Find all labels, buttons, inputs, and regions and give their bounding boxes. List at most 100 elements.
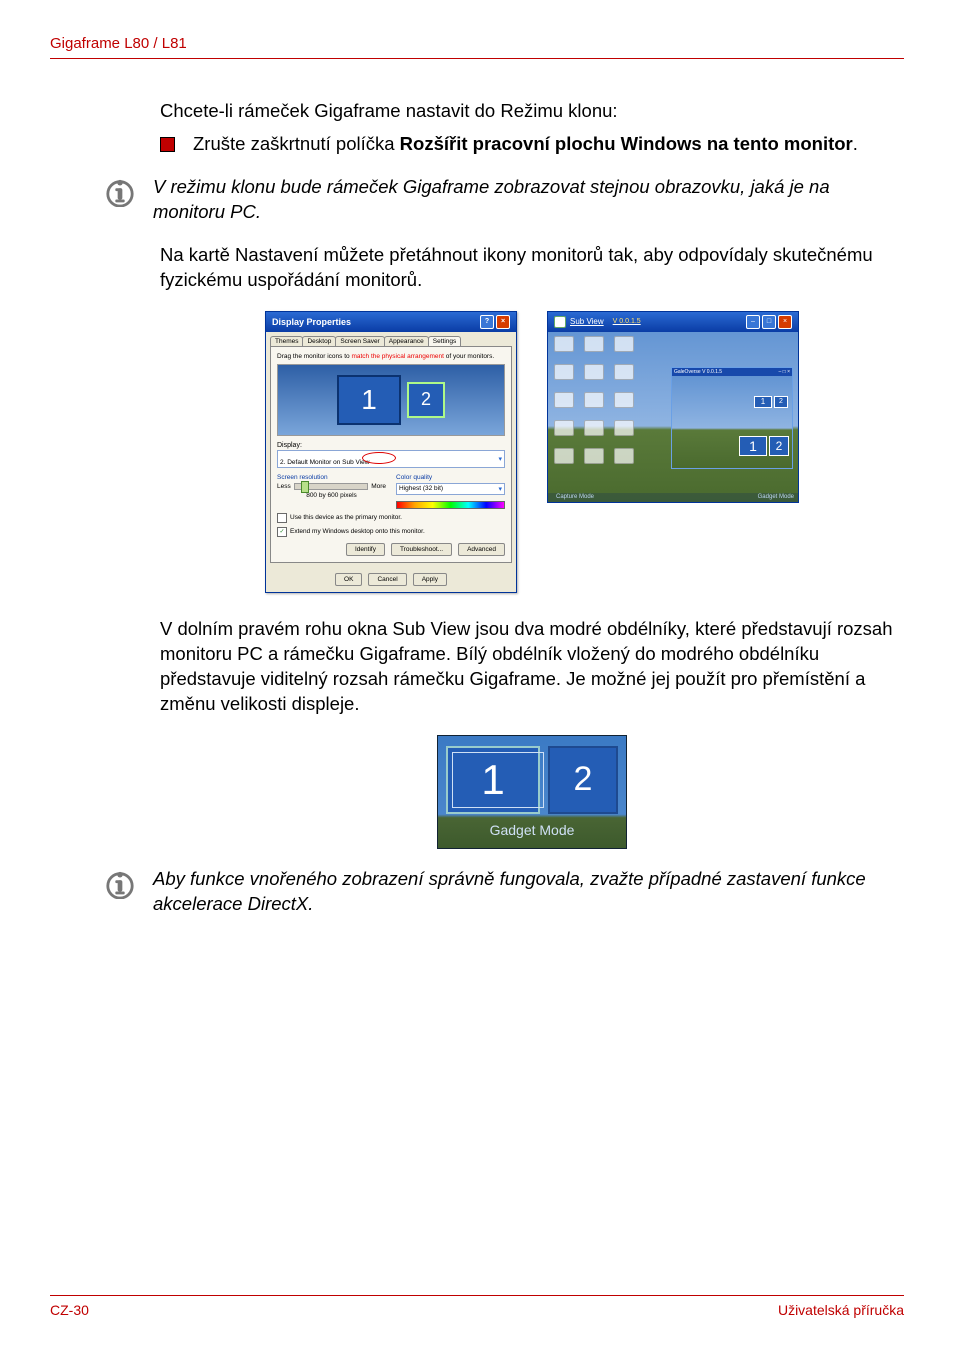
bullet-item: Zrušte zaškrtnutí políčka Rozšířit praco… (160, 132, 904, 157)
inset-title: GaleOverse V 0.0.1.5 (674, 369, 722, 375)
inset-small-2: 2 (774, 396, 788, 408)
sv-version: V 0.0.1.5 (613, 318, 641, 325)
bullet-suffix: . (853, 133, 858, 154)
tab-desktop[interactable]: Desktop (302, 336, 336, 346)
desktop-icon[interactable] (584, 420, 604, 436)
sv-title: Sub View (570, 317, 604, 326)
checkbox-extend[interactable]: ✓ (277, 527, 287, 537)
display-label: Display: (277, 442, 505, 449)
desktop-icon[interactable] (614, 364, 634, 380)
sub-view-window: Sub View V 0.0.1.5 – □ × (547, 311, 799, 503)
note-text-2: Aby funkce vnořeného zobrazení správně f… (153, 867, 904, 917)
gadget-rect-2[interactable]: 2 (548, 746, 618, 814)
tab-screensaver[interactable]: Screen Saver (335, 336, 384, 346)
dp-instr-post: of your monitors. (444, 353, 494, 360)
bullet-bold: Rozšířit pracovní plochu Windows na tent… (400, 133, 853, 154)
desktop-icon[interactable] (614, 336, 634, 352)
advanced-button[interactable]: Advanced (458, 543, 505, 556)
apply-button[interactable]: Apply (413, 573, 447, 586)
display-select-value: 2. Default Monitor on Sub View (280, 452, 386, 466)
desktop-icon[interactable] (614, 392, 634, 408)
slider-more: More (371, 483, 386, 490)
color-quality-select[interactable]: Highest (32 bit) ▾ (396, 483, 505, 495)
inset-small-1: 1 (754, 396, 772, 408)
close-icon[interactable]: × (496, 315, 510, 329)
chevron-down-icon: ▾ (498, 455, 502, 463)
color-quality-label: Color quality (396, 474, 505, 481)
resolution-slider[interactable] (294, 483, 368, 490)
monitor-2[interactable]: 2 (407, 382, 445, 418)
identify-button[interactable]: Identify (346, 543, 385, 556)
range-rect-1[interactable]: 1 (739, 436, 767, 456)
note-block-2: Aby funkce vnořeného zobrazení správně f… (105, 867, 904, 917)
resolution-value: 800 by 600 pixels (277, 492, 386, 499)
mid-text: Na kartě Nastavení můžete přetáhnout iko… (160, 243, 904, 293)
monitor-1[interactable]: 1 (337, 375, 401, 425)
desktop-icon[interactable] (584, 392, 604, 408)
display-select[interactable]: 2. Default Monitor on Sub View ▾ (277, 450, 505, 468)
range-rect-2[interactable]: 2 (769, 436, 789, 456)
tab-appearance[interactable]: Appearance (384, 336, 429, 346)
close-icon[interactable]: × (778, 315, 792, 329)
minimize-icon[interactable]: – (746, 315, 760, 329)
info-icon (105, 869, 135, 899)
note-block-1: V režimu klonu bude rámeček Gigaframe zo… (105, 175, 904, 225)
bullet-square-icon (160, 137, 175, 152)
chevron-down-icon: ▾ (498, 485, 502, 493)
page-number: CZ-30 (50, 1302, 89, 1318)
desktop-icon[interactable] (584, 336, 604, 352)
gadget-caption: Gadget Mode (446, 822, 618, 838)
cancel-button[interactable]: Cancel (368, 573, 406, 586)
dp-monitor-arrangement[interactable]: 1 2 (277, 364, 505, 436)
desktop-icon[interactable] (554, 392, 574, 408)
color-quality-value: Highest (32 bit) (399, 485, 443, 492)
sv-footer: Capture Mode Gadget Mode (548, 493, 798, 502)
gadget-rect-1[interactable]: 1 (446, 746, 540, 814)
display-properties-dialog: Display Properties ? × Themes Desktop Sc… (265, 311, 517, 593)
desktop-icon[interactable] (554, 364, 574, 380)
page-footer: CZ-30 Uživatelská příručka (50, 1295, 904, 1318)
inset-titlebar: GaleOverse V 0.0.1.5 – □ × (672, 368, 792, 376)
desktop-icon[interactable] (554, 336, 574, 352)
tab-settings[interactable]: Settings (428, 336, 462, 346)
visible-range-outline[interactable] (452, 752, 544, 808)
tab-themes[interactable]: Themes (270, 336, 303, 346)
desktop-icon[interactable] (614, 420, 634, 436)
maximize-icon[interactable]: □ (762, 315, 776, 329)
extend-desktop-checkbox-row[interactable]: ✓ Extend my Windows desktop onto this mo… (277, 527, 505, 537)
dp-instr-red: match the physical arrangement (351, 353, 444, 360)
page-header: Gigaframe L80 / L81 (50, 35, 904, 59)
checkbox-extend-label: Extend my Windows desktop onto this moni… (290, 528, 425, 535)
dp-title: Display Properties (272, 317, 351, 327)
dp-titlebar[interactable]: Display Properties ? × (266, 312, 516, 332)
document-title: Uživatelská příručka (778, 1302, 904, 1318)
bullet-text: Zrušte zaškrtnutí políčka Rozšířit praco… (193, 132, 858, 157)
desktop-icon[interactable] (554, 420, 574, 436)
bullet-prefix: Zrušte zaškrtnutí políčka (193, 133, 400, 154)
color-bar (396, 501, 505, 509)
figure-row: Display Properties ? × Themes Desktop Sc… (160, 311, 904, 593)
troubleshoot-button[interactable]: Troubleshoot... (391, 543, 452, 556)
footer-capture-mode: Capture Mode (556, 494, 594, 500)
checkbox-primary[interactable] (277, 513, 287, 523)
primary-monitor-checkbox-row[interactable]: Use this device as the primary monitor. (277, 513, 505, 523)
ok-button[interactable]: OK (335, 573, 362, 586)
desktop-icon[interactable] (584, 364, 604, 380)
intro-text: Chcete-li rámeček Gigaframe nastavit do … (160, 99, 904, 124)
dp-instruction: Drag the monitor icons to match the phys… (277, 353, 505, 360)
screen-resolution-label: Screen resolution (277, 474, 386, 481)
sub-view-inset[interactable]: GaleOverse V 0.0.1.5 – □ × 1 2 1 2 (671, 367, 793, 469)
dp-tabs: Themes Desktop Screen Saver Appearance S… (266, 332, 516, 346)
dp-instr-pre: Drag the monitor icons to (277, 353, 351, 360)
inset-window-buttons[interactable]: – □ × (779, 369, 791, 375)
checkbox-primary-label: Use this device as the primary monitor. (290, 514, 402, 521)
help-icon[interactable]: ? (480, 315, 494, 329)
footer-gadget-mode: Gadget Mode (758, 494, 794, 500)
gadget-mode-figure: 1 2 Gadget Mode (437, 735, 627, 849)
desktop-icon[interactable] (584, 448, 604, 464)
slider-less: Less (277, 483, 291, 490)
after-figures-text: V dolním pravém rohu okna Sub View jsou … (160, 617, 904, 717)
desktop-icon[interactable] (554, 448, 574, 464)
sv-titlebar[interactable]: Sub View V 0.0.1.5 – □ × (548, 312, 798, 332)
desktop-icon[interactable] (614, 448, 634, 464)
